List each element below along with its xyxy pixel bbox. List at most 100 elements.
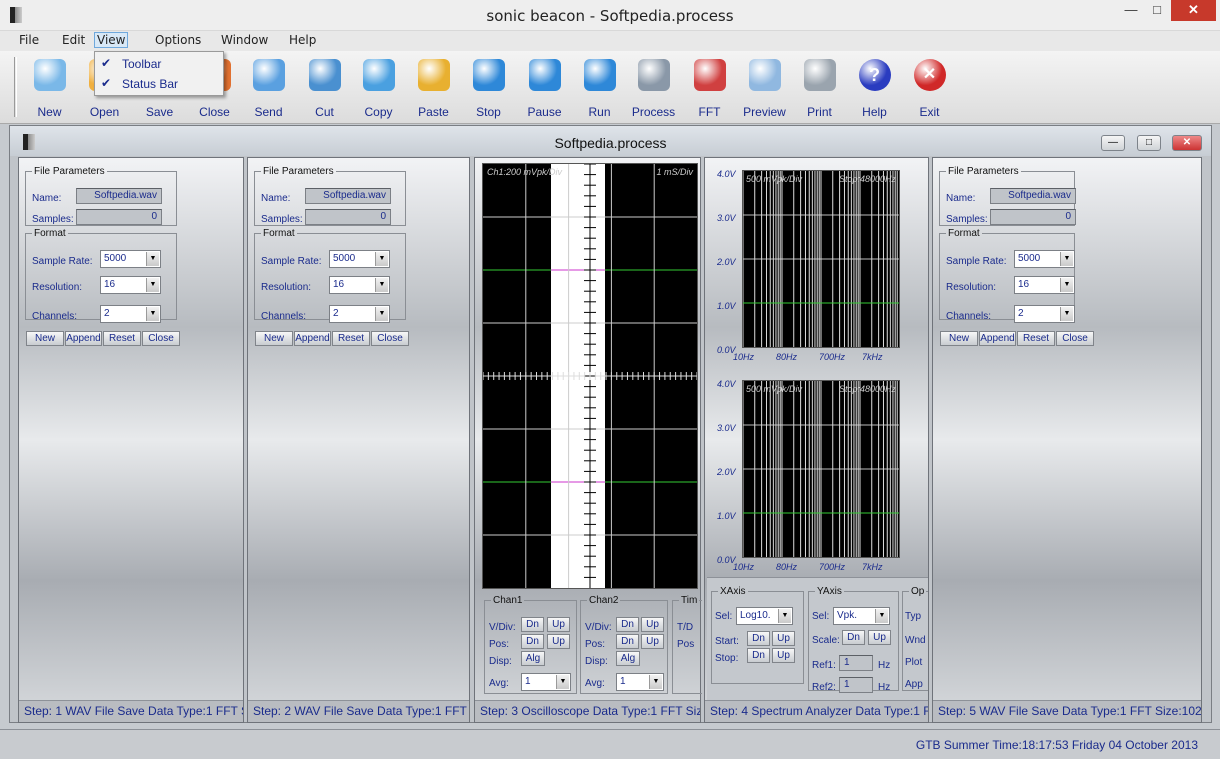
child-maximize-icon[interactable]: □	[1137, 135, 1161, 151]
yaxis-ref2-label: Ref2:	[812, 682, 836, 693]
file-append-button[interactable]: Append	[65, 331, 102, 346]
xaxis-stop-up-button[interactable]: Up	[772, 648, 795, 663]
file-reset-button[interactable]: Reset	[1017, 331, 1055, 346]
wav-file-panel-5: File Parameters Name: Softpedia.wav Samp…	[932, 157, 1202, 723]
menu-file[interactable]: File	[19, 33, 39, 47]
toolbar-preview-button[interactable]: Preview	[737, 59, 792, 119]
sample-rate-value: 5000	[1018, 253, 1041, 264]
minimize-icon[interactable]: —	[1118, 0, 1144, 21]
toolbar-copy-button[interactable]: Copy	[351, 59, 406, 119]
close-icon[interactable]: ✕	[1171, 0, 1216, 21]
chan1-vdiv-up-button[interactable]: Up	[547, 617, 570, 632]
resolution-value: 16	[1018, 279, 1030, 290]
chevron-down-icon: ▼	[556, 675, 569, 689]
chan1-vdiv-dn-button[interactable]: Dn	[521, 617, 544, 632]
samples-field[interactable]: 0	[990, 209, 1076, 225]
toolbar-exit-button[interactable]: ✕ Exit	[902, 59, 957, 119]
toolbar-print-button[interactable]: Print	[792, 59, 847, 119]
menu-edit[interactable]: Edit	[62, 33, 85, 47]
yaxis-ref1-label: Ref1:	[812, 660, 836, 671]
file-append-button[interactable]: Append	[294, 331, 331, 346]
chan2-avg-select[interactable]: 1 ▼	[616, 673, 664, 691]
child-close-icon[interactable]: ✕	[1172, 135, 1202, 151]
spectrum-2-x-tick: 7kHz	[862, 562, 883, 572]
toolbar-run-button[interactable]: Run	[572, 59, 627, 119]
file-reset-button[interactable]: Reset	[103, 331, 141, 346]
spectrum-1-scale-label: 500 mVpk/Div	[746, 174, 803, 184]
file-close-button[interactable]: Close	[1056, 331, 1094, 346]
maximize-icon[interactable]: □	[1144, 0, 1170, 21]
chevron-down-icon: ▼	[1060, 252, 1073, 266]
xaxis-start-up-button[interactable]: Up	[772, 631, 795, 646]
toolbar-help-button[interactable]: ? Help	[847, 59, 902, 119]
samples-field[interactable]: 0	[76, 209, 162, 225]
chevron-down-icon: ▼	[375, 252, 388, 266]
menu-item-toolbar[interactable]: ✔ Toolbar	[95, 54, 223, 74]
menu-help[interactable]: Help	[289, 33, 316, 47]
sample-rate-label: Sample Rate:	[261, 256, 322, 267]
yaxis-scale-up-button[interactable]: Up	[868, 630, 891, 645]
toolbar-pause-button[interactable]: Pause	[517, 59, 572, 119]
chan2-pos-dn-button[interactable]: Dn	[616, 634, 639, 649]
channels-select[interactable]: 2 ▼	[100, 305, 161, 323]
resolution-select[interactable]: 16 ▼	[329, 276, 390, 294]
chan2-vdiv-label: V/Div:	[585, 622, 612, 633]
chan1-pos-dn-button[interactable]: Dn	[521, 634, 544, 649]
sample-rate-select[interactable]: 5000 ▼	[100, 250, 161, 268]
chan2-vdiv-up-button[interactable]: Up	[641, 617, 664, 632]
help-icon: ?	[858, 59, 891, 91]
toolbar-stop-button[interactable]: Stop	[461, 59, 516, 119]
name-field[interactable]: Softpedia.wav	[305, 188, 391, 204]
yaxis-sel-select[interactable]: Vpk. ▼	[833, 607, 890, 625]
yaxis-sel-label: Sel:	[812, 611, 830, 622]
file-close-button[interactable]: Close	[142, 331, 180, 346]
chan1-pos-up-button[interactable]: Up	[547, 634, 570, 649]
file-new-button[interactable]: New	[26, 331, 64, 346]
child-minimize-icon[interactable]: —	[1101, 135, 1125, 151]
file-new-button[interactable]: New	[940, 331, 978, 346]
file-append-button[interactable]: Append	[979, 331, 1016, 346]
yaxis-ref1-field[interactable]: 1	[839, 655, 873, 671]
toolbar-fft-label: FFT	[698, 105, 721, 119]
name-field[interactable]: Softpedia.wav	[990, 188, 1076, 204]
yaxis-scale-dn-button[interactable]: Dn	[842, 630, 865, 645]
xaxis-stop-dn-button[interactable]: Dn	[747, 648, 770, 663]
channels-select[interactable]: 2 ▼	[329, 305, 390, 323]
xaxis-start-dn-button[interactable]: Dn	[747, 631, 770, 646]
toolbar-process-button[interactable]: Process	[626, 59, 681, 119]
toolbar-fft-button[interactable]: FFT	[682, 59, 737, 119]
menu-view[interactable]: View	[94, 32, 129, 48]
xaxis-title: XAxis	[720, 586, 746, 597]
resolution-select[interactable]: 16 ▼	[1014, 276, 1075, 294]
toolbar-stop-label: Stop	[476, 105, 501, 119]
chan2-vdiv-dn-button[interactable]: Dn	[616, 617, 639, 632]
toolbar-cut-button[interactable]: Cut	[297, 59, 352, 119]
file-new-button[interactable]: New	[255, 331, 293, 346]
samples-field[interactable]: 0	[305, 209, 391, 225]
chan1-avg-select[interactable]: 1 ▼	[521, 673, 571, 691]
menu-options[interactable]: Options	[155, 33, 201, 47]
xaxis-sel-select[interactable]: Log10. ▼	[736, 607, 793, 625]
file-reset-button[interactable]: Reset	[332, 331, 370, 346]
toolbar-new-label: New	[37, 105, 62, 119]
chan1-disp-alg-button[interactable]: Alg	[521, 651, 545, 666]
chan2-disp-alg-button[interactable]: Alg	[616, 651, 640, 666]
toolbar-new-button[interactable]: New	[22, 59, 77, 119]
sample-rate-select[interactable]: 5000 ▼	[329, 250, 390, 268]
toolbar-paste-button[interactable]: Paste	[406, 59, 461, 119]
chevron-down-icon: ▼	[649, 675, 662, 689]
sample-rate-select[interactable]: 5000 ▼	[1014, 250, 1075, 268]
resolution-select[interactable]: 16 ▼	[100, 276, 161, 294]
menu-window[interactable]: Window	[221, 33, 268, 47]
name-field[interactable]: Softpedia.wav	[76, 188, 162, 204]
toolbar-send-button[interactable]: Send	[241, 59, 296, 119]
sample-rate-label: Sample Rate:	[32, 256, 93, 267]
channels-select[interactable]: 2 ▼	[1014, 305, 1075, 323]
child-window-title: Softpedia.process	[554, 135, 667, 151]
menu-item-status-bar[interactable]: ✔ Status Bar	[95, 74, 223, 94]
yaxis-ref2-field[interactable]: 1	[839, 677, 873, 693]
toolbar-open-label: Open	[89, 105, 120, 119]
channels-value: 2	[104, 308, 110, 319]
file-close-button[interactable]: Close	[371, 331, 409, 346]
chan2-pos-up-button[interactable]: Up	[641, 634, 664, 649]
